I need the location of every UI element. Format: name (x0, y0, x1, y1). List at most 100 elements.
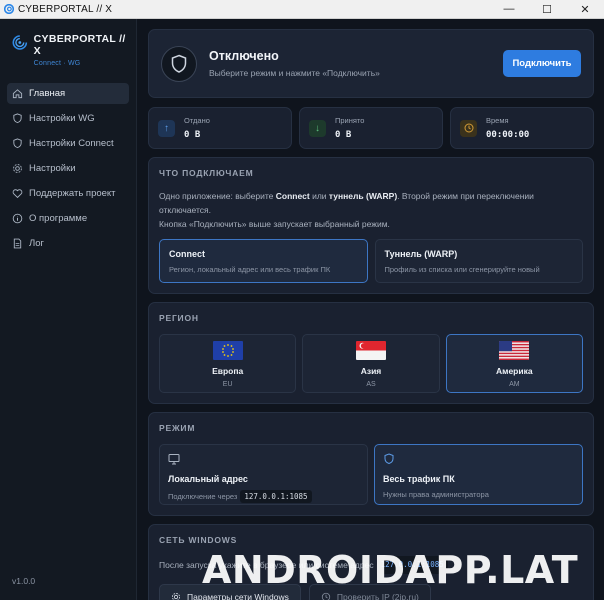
stat-value: 0 B (184, 130, 201, 140)
sidebar-item-label: Главная (29, 88, 66, 99)
mode-subtitle: Нужны права администратора (383, 490, 489, 499)
option-tunnel-warp[interactable]: Туннель (WARP) Профиль из списка или сге… (374, 239, 583, 283)
us-flag-icon (499, 341, 530, 360)
mode-options: Локальный адрес Подключение через 127.0.… (159, 444, 583, 505)
brand-subtitle: Connect · WG (33, 60, 81, 67)
singapore-flag-icon (355, 341, 386, 360)
mode-section: РЕЖИМ Локальный адрес Подключение через … (148, 412, 594, 516)
connect-button[interactable]: Подключить (503, 50, 581, 77)
sidebar: CYBERPORTAL // X Connect · WG Главная На… (0, 19, 137, 600)
heart-icon (12, 189, 23, 199)
info-icon (12, 213, 23, 224)
option-title: Connect (169, 249, 205, 259)
watermark-text: ANDROIDAPP.LAT (202, 548, 579, 592)
status-shield (161, 45, 197, 82)
stat-value: 00:00:00 (486, 130, 530, 140)
main-content: Отключено Выберите режим и нажмите «Подк… (137, 19, 604, 600)
arrow-down-icon: ↓ (309, 119, 326, 137)
window-title: CYBERPORTAL // X (18, 3, 113, 15)
desc-bold: туннель (WARP) (328, 191, 398, 201)
minimize-button[interactable]: — (490, 0, 528, 19)
swirl-logo-icon (12, 35, 28, 50)
region-europe[interactable]: Европа EU (159, 334, 297, 393)
app-window: CYBERPORTAL // X Connect · WG Главная На… (0, 19, 604, 600)
shield-icon (171, 54, 187, 73)
region-code: AM (509, 381, 520, 388)
traffic-stats: ↑ Отдано 0 B ↓ Принято 0 B Время 00:00:0… (148, 107, 594, 149)
sidebar-item-label: Лог (29, 238, 44, 249)
mode-local-address[interactable]: Локальный адрес Подключение через 127.0.… (159, 444, 368, 505)
stat-label: Отдано (184, 116, 210, 125)
local-address-code: 127.0.0.1:1085 (240, 490, 312, 503)
gear-icon (172, 593, 180, 600)
arrow-up-icon: ↑ (158, 119, 175, 137)
region-america[interactable]: Америка AM (445, 334, 583, 393)
region-section: РЕГИОН Европа EU Азия AS Америка AM (148, 302, 594, 404)
connection-type-options: Connect Регион, локальный адрес или весь… (159, 239, 583, 283)
region-asia[interactable]: Азия AS (302, 334, 440, 393)
sidebar-item-label: Поддержать проект (29, 188, 116, 199)
stat-sent: ↑ Отдано 0 B (148, 107, 292, 149)
region-name: Америка (496, 366, 533, 376)
title-bar: CYBERPORTAL // X — ☐ ✕ (0, 0, 604, 19)
home-icon (12, 89, 23, 99)
section-title: РЕЖИМ (159, 423, 196, 433)
sidebar-item-settings[interactable]: Настройки (7, 158, 129, 179)
region-options: Европа EU Азия AS Америка AM (159, 334, 583, 393)
option-connect[interactable]: Connect Регион, локальный адрес или весь… (159, 239, 368, 283)
sidebar-item-connect-settings[interactable]: Настройки Connect (7, 133, 129, 154)
mode-all-traffic[interactable]: Весь трафик ПК Нужны права администратор… (374, 444, 583, 505)
status-card: Отключено Выберите режим и нажмите «Подк… (148, 29, 594, 98)
what-section: ЧТО ПОДКЛЮЧАЕМ Одно приложение: выберите… (148, 157, 594, 294)
region-code: AS (366, 381, 376, 388)
mode-title: Весь трафик ПК (383, 474, 455, 484)
clock-icon (321, 592, 331, 600)
app-version: v1.0.0 (12, 576, 36, 586)
close-button[interactable]: ✕ (566, 0, 604, 19)
section-title: СЕТЬ WINDOWS (159, 535, 238, 545)
sidebar-item-label: Настройки (29, 163, 76, 174)
stat-label: Принято (335, 116, 365, 125)
maximize-button[interactable]: ☐ (528, 0, 566, 19)
sidebar-item-label: Настройки WG (29, 113, 95, 124)
desc-bold: Connect (275, 191, 310, 201)
mode-title: Локальный адрес (168, 474, 248, 484)
section-title: ЧТО ПОДКЛЮЧАЕМ (159, 168, 254, 178)
mode-subtitle: Подключение через 127.0.0.1:1085 (168, 490, 359, 503)
sidebar-item-log[interactable]: Лог (7, 233, 129, 254)
what-description: Одно приложение: выберите Connect или ту… (159, 189, 583, 231)
desc-text: Кнопка «Подключить» выше запускает выбра… (159, 219, 390, 229)
brand-name: CYBERPORTAL // X (33, 33, 126, 57)
option-subtitle: Регион, локальный адрес или весь трафик … (169, 265, 331, 274)
button-label: Параметры сети Windows (187, 592, 289, 600)
eu-flag-icon (212, 341, 243, 360)
shield-icon (13, 138, 22, 149)
region-name: Азия (360, 366, 382, 376)
sidebar-item-about[interactable]: О программе (7, 208, 129, 229)
document-icon (13, 238, 22, 249)
region-name: Европа (212, 366, 244, 376)
mode-subtitle-text: Подключение через (168, 492, 238, 501)
desc-text: Одно приложение: выберите (159, 191, 276, 201)
monitor-icon (168, 454, 180, 465)
connection-status-subtitle: Выберите режим и нажмите «Подключить» (209, 68, 380, 78)
sidebar-item-home[interactable]: Главная (7, 83, 129, 104)
sidebar-item-label: Настройки Connect (29, 138, 114, 149)
region-code: EU (222, 381, 233, 388)
app-logo-icon (4, 4, 14, 14)
connection-status-title: Отключено (209, 49, 279, 63)
stat-value: 0 B (335, 130, 352, 140)
gear-icon (13, 164, 22, 173)
stat-received: ↓ Принято 0 B (299, 107, 443, 149)
brand: CYBERPORTAL // X Connect · WG (0, 33, 136, 67)
sidebar-item-support[interactable]: Поддержать проект (7, 183, 129, 204)
desc-text: или (309, 191, 329, 201)
sidebar-item-wg-settings[interactable]: Настройки WG (7, 108, 129, 129)
stat-label: Время (486, 116, 509, 125)
clock-icon (460, 119, 477, 137)
shield-icon (384, 453, 394, 465)
button-label: Проверить IP (2ip.ru) (336, 592, 419, 600)
option-subtitle: Профиль из списка или сгенерируйте новый (384, 265, 540, 274)
shield-icon (13, 113, 22, 124)
option-title: Туннель (WARP) (384, 249, 458, 259)
